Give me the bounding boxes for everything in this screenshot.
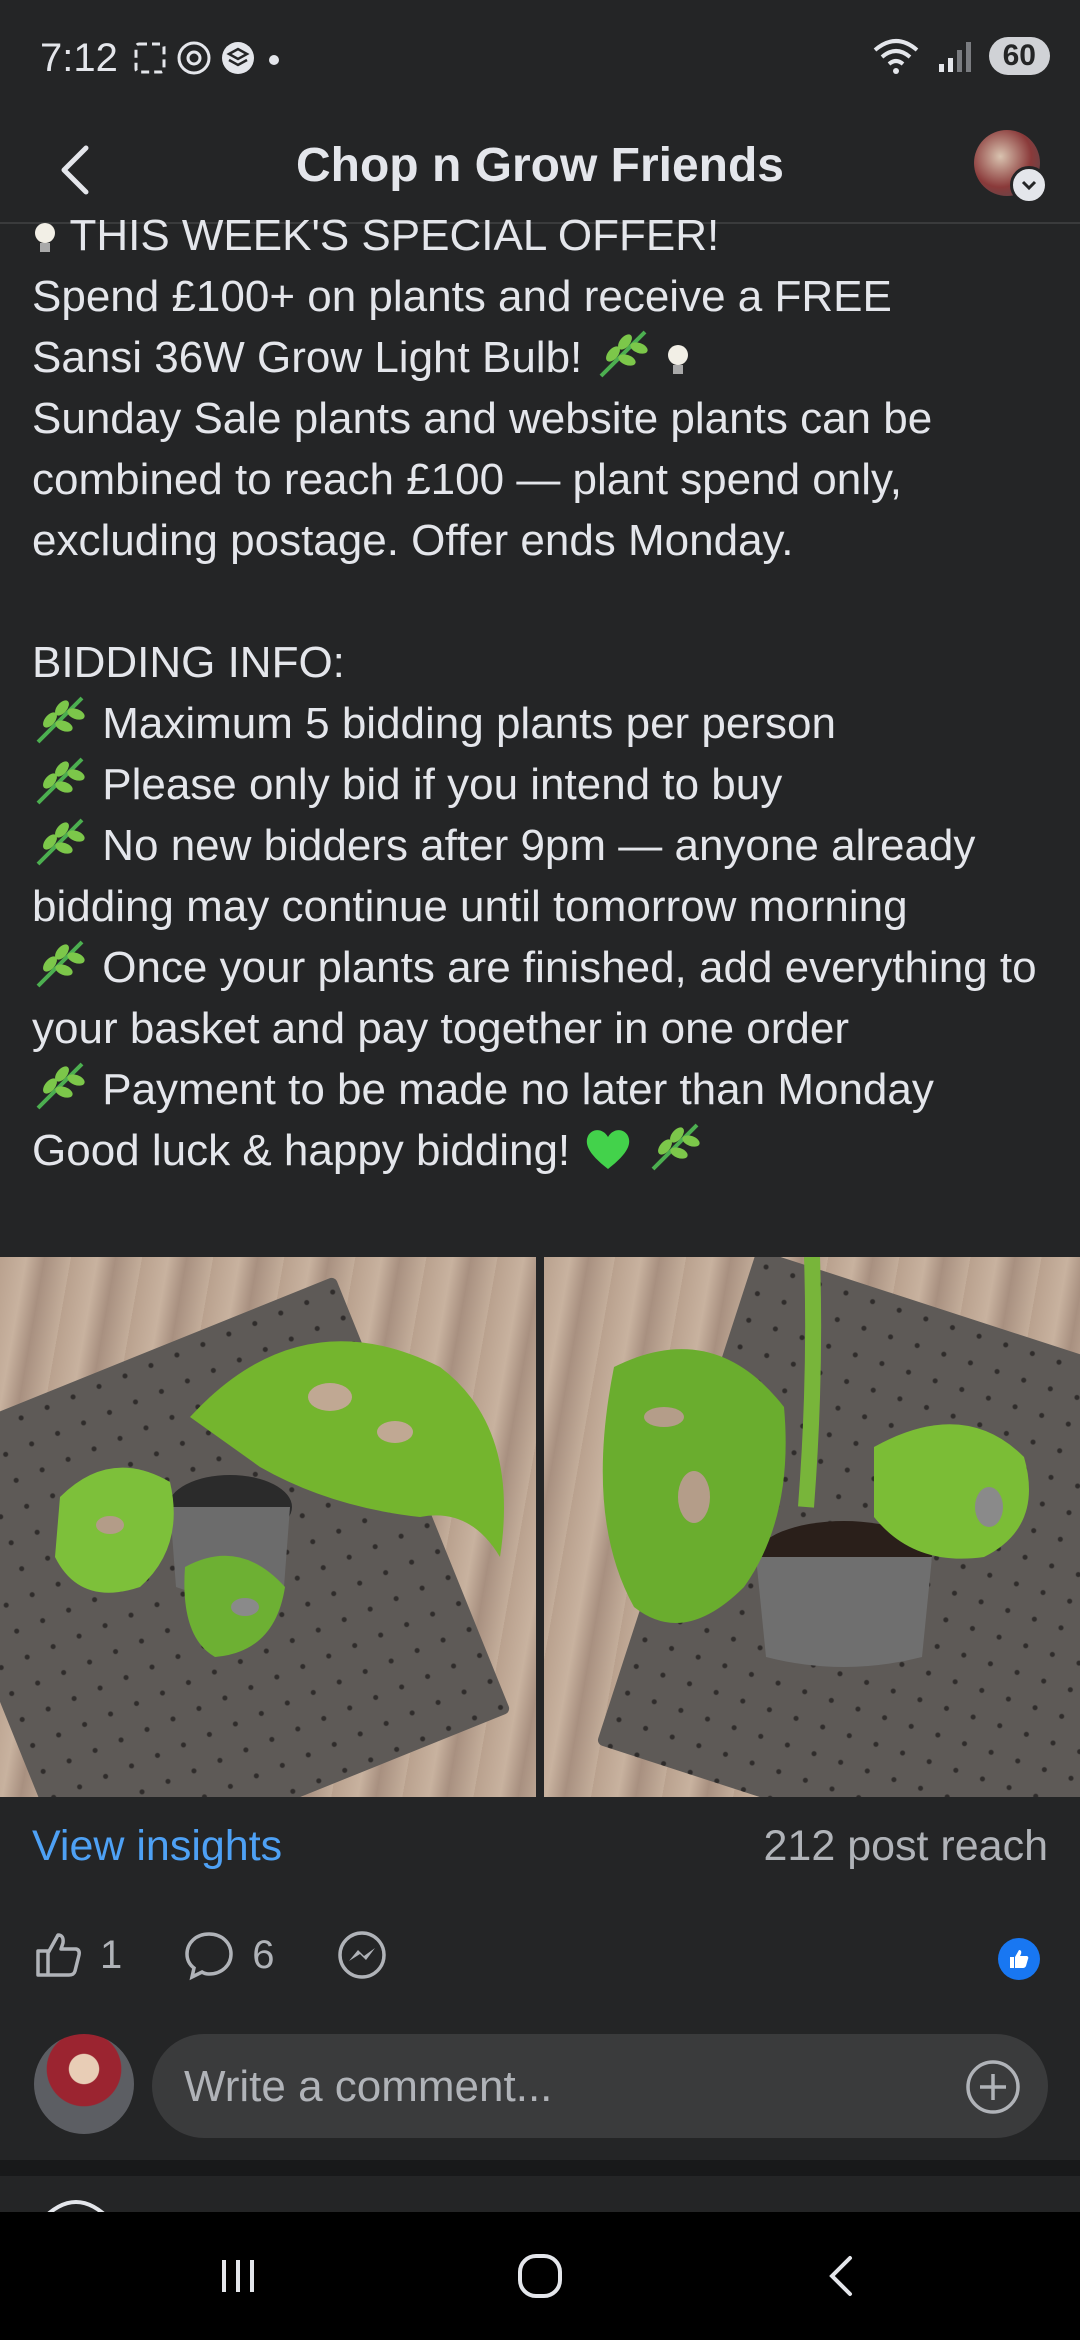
plus-circle-icon[interactable] — [964, 2058, 1022, 2116]
offer-line-2: Sansi 36W Grow Light Bulb! — [32, 333, 583, 382]
thumbs-up-icon — [36, 1933, 81, 1977]
herb-icon — [36, 696, 85, 744]
send-messenger-button[interactable] — [335, 1928, 389, 1982]
home-icon[interactable] — [510, 2246, 570, 2306]
speech-bubble-icon — [185, 1932, 234, 1981]
offer-details: Sunday Sale plants and website plants ca… — [32, 394, 933, 565]
offer-heading: THIS WEEK'S SPECIAL OFFER! — [69, 211, 720, 260]
rule-item: Please only bid if you intend to buy — [32, 754, 1052, 815]
rule-item: Maximum 5 bidding plants per person — [32, 693, 1052, 754]
layers-icon — [222, 42, 254, 74]
chevron-down-icon — [1010, 166, 1048, 204]
rule-text: Payment to be made no later than Monday — [102, 1065, 934, 1114]
status-time: 7:12 — [40, 36, 118, 80]
rule-text: No new bidders after 9pm — anyone alread… — [32, 821, 976, 931]
offer-line-1: Spend £100+ on plants and receive a FREE — [32, 272, 892, 321]
rule-text: Once your plants are finished, add every… — [32, 943, 1037, 1053]
back-icon[interactable] — [812, 2246, 872, 2306]
plant-photo-left[interactable] — [0, 1257, 536, 1797]
bidding-heading: BIDDING INFO: — [32, 638, 345, 687]
like-button[interactable]: 1 — [32, 1929, 122, 1981]
notification-icons — [132, 40, 284, 76]
next-post-peek — [0, 2176, 1080, 2222]
profile-avatar-button[interactable] — [974, 130, 1048, 204]
rule-text: Maximum 5 bidding plants per person — [102, 699, 836, 748]
rule-item: No new bidders after 9pm — anyone alread… — [32, 815, 1052, 937]
dot-icon — [269, 55, 279, 65]
post-body: THIS WEEK'S SPECIAL OFFER! Spend £100+ o… — [32, 205, 1052, 1181]
signoff-text: Good luck & happy bidding! — [32, 1126, 571, 1175]
threads-icon — [177, 41, 211, 75]
herb-icon — [651, 1123, 700, 1171]
view-insights-link[interactable]: View insights — [32, 1822, 282, 1871]
comment-placeholder: Write a comment... — [184, 2062, 553, 2111]
screenshot-icon — [134, 42, 166, 74]
rule-text: Please only bid if you intend to buy — [102, 760, 783, 809]
comment-button[interactable]: 6 — [182, 1928, 275, 1982]
thumbs-up-icon — [1010, 1950, 1029, 1968]
system-nav-bar — [0, 2212, 1080, 2340]
recent-apps-icon[interactable] — [208, 2246, 268, 2306]
herb-icon — [36, 818, 85, 866]
messenger-icon — [337, 1931, 386, 1979]
herb-icon — [36, 757, 85, 805]
page-title: Chop n Grow Friends — [296, 139, 784, 192]
post-reach-text: 212 post reach — [763, 1822, 1048, 1870]
battery-indicator: 60 — [988, 37, 1050, 75]
wifi-icon — [873, 39, 918, 74]
status-bar: 7:12 60 — [0, 0, 1080, 122]
feed-divider — [0, 2160, 1080, 2176]
rule-item: Once your plants are finished, add every… — [32, 937, 1052, 1059]
rule-item: Payment to be made no later than Monday — [32, 1059, 1052, 1120]
comment-input[interactable]: Write a comment... — [152, 2034, 1048, 2138]
system-icons: 60 — [871, 36, 1050, 76]
like-count: 1 — [100, 1932, 123, 1977]
post-actions: 1 6 — [32, 1920, 1048, 1990]
monstera-plant-image — [602, 1257, 1029, 1667]
herb-icon — [599, 330, 648, 378]
reaction-like-badge[interactable] — [998, 1938, 1040, 1980]
green-heart-icon — [587, 1130, 630, 1169]
plant-photo-right[interactable] — [544, 1257, 1080, 1797]
user-avatar[interactable] — [34, 2034, 134, 2134]
signal-icon — [938, 42, 971, 72]
herb-icon — [36, 1062, 85, 1110]
light-bulb-icon — [667, 345, 688, 375]
light-bulb-icon — [35, 223, 55, 253]
comment-count: 6 — [252, 1932, 275, 1977]
monstera-plant-image — [55, 1341, 504, 1657]
herb-icon — [36, 940, 85, 988]
post-photos — [0, 1257, 1080, 1797]
